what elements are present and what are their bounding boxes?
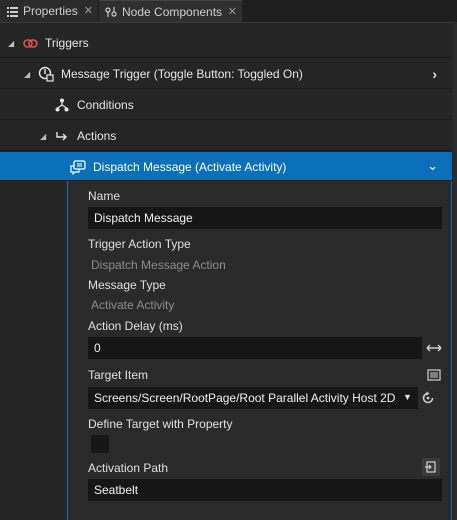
dropdown-arrow-icon[interactable]: ▼ bbox=[403, 392, 412, 402]
tab-bar: Properties ✕ Node Components ✕ bbox=[0, 0, 457, 23]
close-icon[interactable]: ✕ bbox=[228, 5, 237, 18]
message-trigger-icon bbox=[38, 66, 54, 82]
trigger-icon bbox=[22, 35, 38, 51]
expand-arrow-icon[interactable]: ◢ bbox=[24, 70, 30, 79]
tree-item-triggers[interactable]: ◢ Triggers bbox=[0, 28, 452, 58]
node-components-icon bbox=[105, 6, 117, 18]
tree-item-message-trigger[interactable]: ◢ Message Trigger (Toggle Button: Toggle… bbox=[0, 59, 452, 89]
expand-arrow-icon[interactable]: ◢ bbox=[40, 132, 46, 141]
tab-node-components[interactable]: Node Components ✕ bbox=[99, 0, 242, 22]
expand-arrow-icon[interactable]: ◢ bbox=[8, 39, 14, 48]
name-input[interactable]: Dispatch Message bbox=[88, 207, 442, 229]
activation-path-input[interactable]: Seatbelt bbox=[88, 479, 442, 501]
target-item-select[interactable]: Screens/Screen/RootPage/Root Parallel Ac… bbox=[88, 387, 418, 409]
target-item-label: Target Item bbox=[88, 368, 149, 382]
tree-item-dispatch-message[interactable]: Dispatch Message (Activate Activity) ⌄ bbox=[0, 152, 452, 181]
conditions-icon bbox=[54, 97, 70, 113]
drag-adjust-icon[interactable] bbox=[425, 339, 443, 357]
chevron-right-icon[interactable]: › bbox=[432, 66, 437, 82]
tree-item-label: Actions bbox=[77, 129, 117, 143]
action-delay-label: Action Delay (ms) bbox=[88, 319, 183, 333]
define-target-checkbox[interactable] bbox=[91, 435, 109, 453]
message-type-label: Message Type bbox=[88, 278, 166, 292]
trigger-action-type-label: Trigger Action Type bbox=[88, 237, 191, 251]
activation-path-label: Activation Path bbox=[88, 461, 169, 475]
properties-icon bbox=[6, 5, 18, 17]
chevron-down-icon[interactable]: ⌄ bbox=[427, 158, 438, 174]
dispatch-message-icon bbox=[70, 159, 86, 175]
message-type-value: Activate Activity bbox=[91, 298, 175, 312]
properties-panel: Name Dispatch Message Trigger Action Typ… bbox=[67, 181, 452, 520]
tree-item-label: Message Trigger (Toggle Button: Toggled … bbox=[61, 67, 303, 81]
name-label: Name bbox=[88, 189, 121, 203]
tree-item-label: Triggers bbox=[45, 36, 89, 50]
bind-property-icon[interactable] bbox=[422, 458, 440, 476]
actions-icon bbox=[54, 128, 70, 144]
trigger-action-type-value: Dispatch Message Action bbox=[91, 258, 226, 272]
define-target-label: Define Target with Property bbox=[88, 417, 233, 431]
action-delay-input[interactable]: 0 bbox=[88, 337, 422, 359]
tab-properties[interactable]: Properties ✕ bbox=[0, 0, 98, 22]
tree-item-conditions[interactable]: Conditions bbox=[0, 90, 452, 120]
tree-item-label: Dispatch Message (Activate Activity) bbox=[93, 160, 287, 174]
tree-item-actions[interactable]: ◢ Actions bbox=[0, 121, 452, 151]
tab-label: Node Components bbox=[122, 4, 223, 19]
close-icon[interactable]: ✕ bbox=[84, 4, 93, 17]
tab-label: Properties bbox=[23, 4, 78, 18]
scrollbar[interactable] bbox=[453, 22, 457, 520]
tree-item-label: Conditions bbox=[77, 98, 134, 112]
item-picker-icon[interactable] bbox=[425, 366, 443, 384]
reset-icon[interactable] bbox=[419, 389, 437, 407]
